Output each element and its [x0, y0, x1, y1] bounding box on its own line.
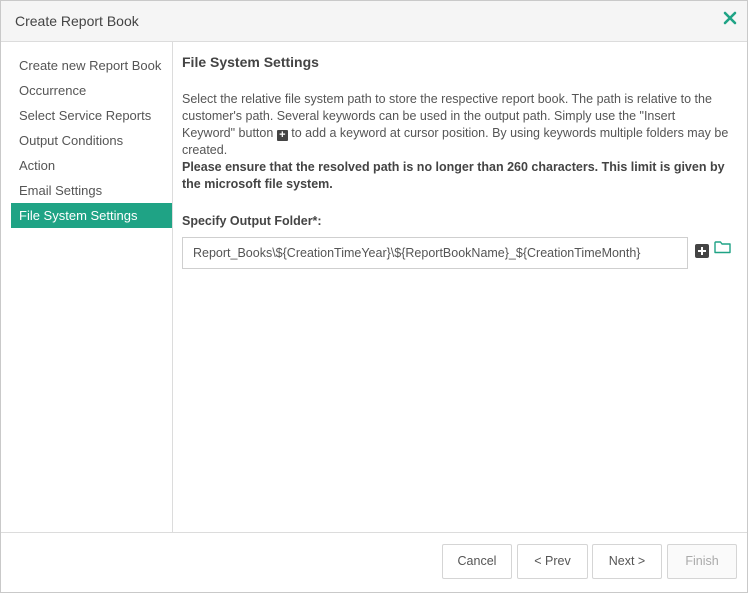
- sidebar-item-output-conditions[interactable]: Output Conditions: [11, 128, 172, 153]
- close-icon[interactable]: [723, 11, 737, 25]
- description-text: Select the relative file system path to …: [182, 91, 730, 193]
- cancel-button[interactable]: Cancel: [442, 544, 512, 579]
- dialog-title: Create Report Book: [15, 13, 139, 29]
- wizard-step-sidebar: Create new Report Book Occurrence Select…: [1, 42, 173, 532]
- path-length-warning: Please ensure that the resolved path is …: [182, 160, 725, 191]
- create-report-book-dialog: Create Report Book Create new Report Boo…: [0, 0, 748, 593]
- dialog-header: Create Report Book: [1, 1, 747, 42]
- sidebar-item-file-system-settings[interactable]: File System Settings: [11, 203, 172, 228]
- file-system-settings-panel: File System Settings Select the relative…: [182, 42, 742, 532]
- sidebar-item-email-settings[interactable]: Email Settings: [11, 178, 172, 203]
- insert-keyword-plus-icon[interactable]: [695, 244, 709, 258]
- output-folder-label: Specify Output Folder*:: [182, 214, 322, 228]
- folder-icon[interactable]: [714, 240, 731, 254]
- sidebar-item-occurrence[interactable]: Occurrence: [11, 78, 172, 103]
- page-title: File System Settings: [182, 54, 319, 70]
- plus-square-icon: +: [276, 130, 288, 141]
- finish-button[interactable]: Finish: [667, 544, 737, 579]
- dialog-footer: Cancel < Prev Next > Finish: [1, 532, 747, 592]
- next-button[interactable]: Next >: [592, 544, 662, 579]
- sidebar-item-create-new-report-book[interactable]: Create new Report Book: [11, 53, 172, 78]
- output-folder-input[interactable]: [182, 237, 688, 269]
- sidebar-item-select-service-reports[interactable]: Select Service Reports: [11, 103, 172, 128]
- sidebar-item-action[interactable]: Action: [11, 153, 172, 178]
- prev-button[interactable]: < Prev: [517, 544, 588, 579]
